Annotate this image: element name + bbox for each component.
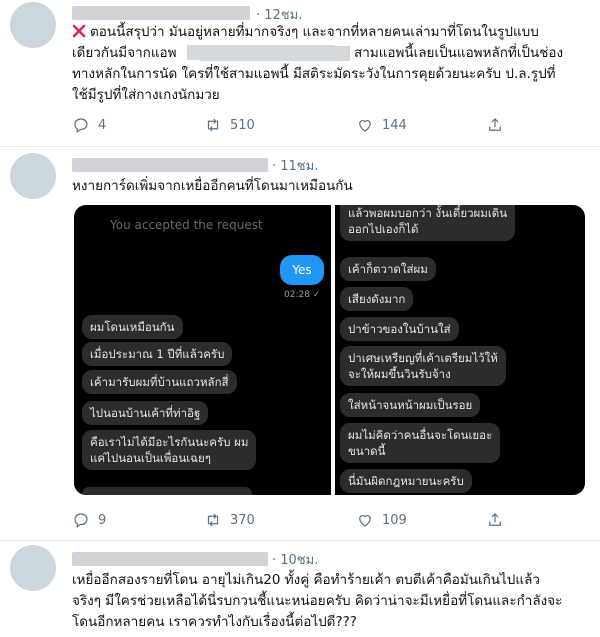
tweet-3[interactable]: · 10ชม. เหยื่ออีกสองรายที่โดน อายุไม่เกิ…: [0, 542, 600, 637]
chat-bubble: เสียงดังมาก: [340, 287, 414, 311]
tweet-line: เหยื่ออีกสองรายที่โดน อายุไม่เกิน20 ทั้ง…: [72, 572, 540, 588]
chat-bubble: คือเราไม่ได้มีอะไรกันนะครับ ผม แค่ไปนอนเ…: [82, 430, 257, 470]
chat-bubble: เค้ามารับผมที่บ้านแถวหลักสี่: [82, 370, 237, 394]
reply-button[interactable]: 4: [72, 114, 106, 136]
retweet-count: 370: [230, 512, 255, 528]
tweet-line: ใช้มีรูปที่ใส่กางเกงนักมวย: [72, 87, 220, 103]
author-name-redacted[interactable]: [72, 6, 250, 20]
tweet-actions: 4 510 144: [72, 114, 532, 136]
sent-message: Yes: [280, 255, 324, 285]
reply-count: 4: [98, 117, 107, 133]
retweet-button[interactable]: 370: [204, 509, 255, 531]
share-icon: [489, 118, 501, 131]
avatar[interactable]: [10, 153, 56, 199]
reply-icon: [74, 118, 88, 133]
tweet-line: ตอนนี้สรุปว่า มันอยู่หลายที่มากจริงๆ และ…: [90, 24, 539, 40]
avatar[interactable]: [10, 2, 56, 48]
reply-button[interactable]: 9: [72, 509, 106, 531]
chat-panel-left: You accepted the request Yes 02:28 ✓ ผมโ…: [74, 205, 331, 495]
like-count: 144: [382, 117, 407, 133]
tweet-text: หงายการ์ดเพิ่มจากเหยื่ออีกคนที่โดนมาเหมื…: [72, 176, 353, 197]
tweet-line: โดนอีกหลายคน เราควรทำไงกับเรื่องนี้ต่อไป…: [72, 614, 357, 630]
reply-icon: [74, 513, 88, 528]
like-icon: [359, 120, 371, 132]
tweet-text: เหยื่ออีกสองรายที่โดน อายุไม่เกิน20 ทั้ง…: [72, 570, 562, 633]
retweet-count: 510: [230, 117, 255, 133]
tweet-time[interactable]: · 11ชม.: [272, 155, 318, 176]
tweet-time[interactable]: · 10ชม.: [272, 549, 318, 570]
tweet-text-rest: ทางหลักในการนัด ใครที่ใช้สามแอพนี้ มีสติ…: [72, 64, 556, 106]
chat-bubble: ปาเศษเหรียญที่เค้าเตรียมไว้ให้ จะให้ผมขึ…: [340, 346, 506, 386]
chat-bubble: แล้วพอผมบอกว่า งั้นเดี๋ยวผมเดิน ออกไปเอง…: [340, 205, 516, 241]
retweet-icon: [207, 118, 219, 132]
author-name-redacted[interactable]: [72, 158, 268, 172]
system-message: You accepted the request: [110, 218, 263, 232]
tweet-2[interactable]: · 11ชม. หงายการ์ดเพิ่มจากเหยื่ออีกคนที่โ…: [0, 148, 600, 541]
like-button[interactable]: 109: [356, 509, 407, 531]
chat-bubble: ปาข้าวของในบ้านใส่: [340, 317, 459, 341]
message-timestamp: 02:28 ✓: [284, 290, 321, 300]
like-icon: [359, 515, 371, 527]
tweet-line: ทางหลักในการนัด ใครที่ใช้สามแอพนี้ มีสติ…: [72, 66, 556, 82]
tweet-line: สามแอพนี้เลยเป็นแอพหลักที่เป็นช่อง: [354, 45, 564, 61]
attached-screenshot[interactable]: You accepted the request Yes 02:28 ✓ ผมโ…: [74, 205, 585, 495]
tweet-1[interactable]: · 12ชม. ตอนนี้สรุปว่า มันอยู่หลายที่มากจ…: [0, 0, 600, 147]
tweet-line: หงายการ์ดเพิ่มจากเหยื่ออีกคนที่โดนมาเหมื…: [72, 178, 353, 194]
redacted-text: [200, 46, 350, 61]
like-button[interactable]: 144: [356, 114, 407, 136]
tweet-line: จริงๆ มีใครช่วยเหลือได้นี่รบกวนชี้แนะหน่…: [72, 593, 563, 609]
like-count: 109: [382, 512, 407, 528]
retweet-icon: [207, 513, 219, 527]
share-button[interactable]: [486, 114, 504, 136]
share-button[interactable]: [486, 509, 504, 531]
chat-bubble: ใส่หน้าจนหน้าผมเป็นรอย: [340, 393, 481, 417]
chat-bubble: ผมโดนเหมือนกัน: [82, 315, 183, 339]
chat-bubble-cut: [82, 487, 252, 495]
chat-bubble: ผมไม่คิดว่าคนอื่นจะโดนเยอะ ขนาดนี้: [340, 423, 501, 463]
red-x-icon: [72, 24, 86, 38]
chat-bubble: เมื่อประมาณ 1 ปีที่แล้วครับ: [82, 342, 233, 366]
avatar[interactable]: [10, 545, 56, 591]
reply-count: 9: [98, 512, 107, 528]
chat-bubble: ไปนอนบ้านเค้าที่ท่าอิฐ: [82, 401, 209, 425]
tweet-line: สามแอพนี้เลยเป็นแอพหลักที่เป็นช่อง: [354, 43, 563, 64]
chat-bubble: เค้าก็ตวาดใส่ผม: [340, 257, 436, 281]
author-name-redacted[interactable]: [72, 552, 268, 566]
share-icon: [489, 513, 501, 526]
tweet-line: เดียวกันมีจากแอพ: [72, 45, 177, 61]
chat-panel-right: แล้วพอผมบอกว่า งั้นเดี๋ยวผมเดิน ออกไปเอง…: [335, 205, 585, 495]
tweet-actions: 9 370 109: [72, 509, 532, 531]
chat-bubble: นี่มันผิดกฎหมายนะครับ: [340, 469, 472, 493]
retweet-button[interactable]: 510: [204, 114, 255, 136]
